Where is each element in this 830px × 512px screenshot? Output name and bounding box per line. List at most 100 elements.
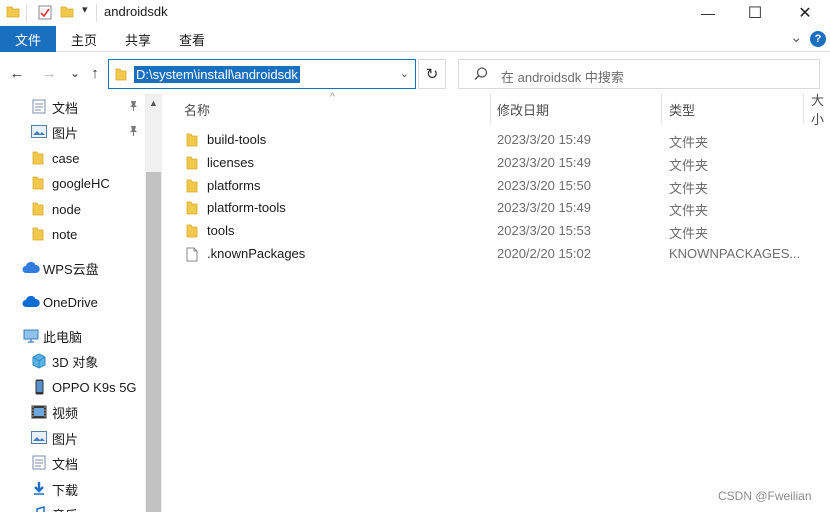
maximize-button[interactable]: ☐ bbox=[732, 0, 778, 26]
column-header-date[interactable]: 修改日期 bbox=[497, 94, 549, 124]
file-row[interactable]: tools 2023/3/20 15:53 文件夹 bbox=[162, 220, 830, 242]
navigation-bar: ← → ⌄ ↑ D:\system\install\androidsdk ⌄ ↻… bbox=[0, 52, 830, 94]
sidebar-item-documents[interactable]: 文档 bbox=[0, 96, 145, 118]
file-type: 文件夹 bbox=[669, 158, 709, 173]
folder-icon bbox=[186, 179, 198, 196]
sidebar-item-oppo-phone[interactable]: OPPO K9s 5G bbox=[0, 376, 145, 398]
file-row[interactable]: .knownPackages 2020/2/20 15:02 KNOWNPACK… bbox=[162, 243, 830, 265]
folder-icon bbox=[115, 68, 127, 84]
sidebar-item-case[interactable]: case bbox=[0, 147, 145, 169]
new-folder-icon[interactable] bbox=[60, 5, 74, 22]
column-header-type[interactable]: 类型 bbox=[669, 94, 695, 124]
help-icon[interactable]: ? bbox=[810, 31, 826, 47]
search-input[interactable]: 在 androidsdk 中搜索 bbox=[458, 59, 820, 89]
file-row[interactable]: build-tools 2023/3/20 15:49 文件夹 bbox=[162, 129, 830, 151]
folder-icon bbox=[186, 224, 198, 241]
file-name: platform-tools bbox=[207, 200, 286, 215]
file-name: .knownPackages bbox=[207, 246, 306, 261]
sidebar-item-downloads[interactable]: 下载 bbox=[0, 478, 145, 500]
ribbon: 文件 主页 共享 查看 ⌄ ? bbox=[0, 26, 830, 52]
folder-icon bbox=[186, 156, 198, 173]
scroll-up-icon[interactable]: ▲ bbox=[145, 94, 162, 111]
phone-icon bbox=[35, 379, 44, 395]
file-date: 2023/3/20 15:50 bbox=[497, 178, 591, 193]
sidebar-item-3d-objects[interactable]: 3D 对象 bbox=[0, 350, 145, 372]
column-header-name[interactable]: 名称 bbox=[184, 94, 210, 124]
sidebar-item-videos[interactable]: 视频 bbox=[0, 401, 145, 423]
sidebar-item-note[interactable]: note bbox=[0, 223, 145, 245]
close-button[interactable]: ✕ bbox=[782, 0, 828, 26]
sidebar-scrollbar[interactable]: ▲ bbox=[145, 94, 162, 512]
folder-icon bbox=[32, 227, 44, 241]
pin-icon[interactable] bbox=[128, 100, 139, 115]
sidebar-item-wps-cloud[interactable]: WPS云盘 bbox=[0, 257, 145, 279]
pin-icon[interactable] bbox=[128, 125, 139, 140]
forward-button[interactable]: → bbox=[38, 62, 60, 84]
file-name: build-tools bbox=[207, 132, 267, 147]
scrollbar-thumb[interactable] bbox=[146, 172, 161, 512]
sort-ascending-icon: ^ bbox=[330, 92, 335, 103]
file-type: 文件夹 bbox=[669, 135, 709, 150]
up-button[interactable]: ↑ bbox=[84, 62, 106, 84]
documents-icon bbox=[32, 455, 46, 470]
navigation-pane: 文档 图片 case googleHC node note WPS云盘 OneD… bbox=[0, 94, 162, 512]
sidebar-item-this-pc[interactable]: 此电脑 bbox=[0, 325, 145, 347]
sidebar-item-googlehc[interactable]: googleHC bbox=[0, 172, 145, 194]
column-divider[interactable] bbox=[661, 94, 662, 124]
computer-icon bbox=[23, 329, 39, 343]
tab-file[interactable]: 文件 bbox=[0, 26, 56, 52]
sidebar-item-node[interactable]: node bbox=[0, 198, 145, 220]
downloads-icon bbox=[32, 481, 46, 496]
address-path[interactable]: D:\system\install\androidsdk bbox=[134, 66, 300, 83]
file-row[interactable]: licenses 2023/3/20 15:49 文件夹 bbox=[162, 152, 830, 174]
minimize-button[interactable]: — bbox=[685, 0, 731, 26]
customize-quick-access-icon[interactable]: ▾ bbox=[82, 3, 88, 16]
pictures-icon bbox=[31, 431, 47, 444]
file-type: 文件夹 bbox=[669, 181, 709, 196]
file-date: 2023/3/20 15:53 bbox=[497, 223, 591, 238]
sidebar-item-onedrive[interactable]: OneDrive bbox=[0, 291, 145, 313]
file-name: platforms bbox=[207, 178, 261, 193]
window-title: androidsdk bbox=[104, 4, 168, 19]
file-name: licenses bbox=[207, 155, 254, 170]
file-type: 文件夹 bbox=[669, 226, 709, 241]
file-row[interactable]: platforms 2023/3/20 15:50 文件夹 bbox=[162, 175, 830, 197]
column-header-size[interactable]: 大小 bbox=[811, 93, 830, 127]
file-row[interactable]: platform-tools 2023/3/20 15:49 文件夹 bbox=[162, 197, 830, 219]
properties-icon[interactable] bbox=[38, 5, 52, 23]
sidebar-item-pictures[interactable]: 图片 bbox=[0, 121, 145, 143]
chevron-down-icon[interactable]: ⌄ bbox=[790, 28, 803, 46]
tab-share[interactable]: 共享 bbox=[125, 26, 151, 52]
folder-icon bbox=[32, 151, 44, 165]
sidebar-item-pictures[interactable]: 图片 bbox=[0, 427, 145, 449]
file-date: 2023/3/20 15:49 bbox=[497, 155, 591, 170]
search-placeholder: 在 androidsdk 中搜索 bbox=[501, 70, 624, 85]
chevron-down-icon[interactable]: ⌄ bbox=[400, 67, 409, 80]
videos-icon bbox=[31, 405, 47, 419]
folder-icon bbox=[32, 176, 44, 190]
music-icon bbox=[32, 506, 46, 512]
watermark: CSDN @Fweilian bbox=[718, 489, 812, 503]
divider bbox=[26, 4, 27, 22]
address-bar[interactable]: D:\system\install\androidsdk ⌄ bbox=[108, 59, 416, 89]
tab-home[interactable]: 主页 bbox=[71, 26, 97, 52]
file-type: KNOWNPACKAGES... bbox=[669, 246, 801, 261]
3d-objects-icon bbox=[31, 353, 47, 369]
sidebar-item-music[interactable]: 音乐 bbox=[0, 503, 145, 512]
recent-locations-button[interactable]: ⌄ bbox=[64, 62, 86, 84]
back-button[interactable]: ← bbox=[6, 62, 28, 84]
refresh-button[interactable]: ↻ bbox=[418, 59, 446, 89]
column-divider[interactable] bbox=[803, 94, 804, 124]
search-icon bbox=[473, 66, 489, 85]
file-date: 2020/2/20 15:02 bbox=[497, 246, 591, 261]
file-icon bbox=[186, 247, 198, 265]
column-divider[interactable] bbox=[490, 94, 491, 124]
file-list: ^ 名称 修改日期 类型 大小 build-tools 2023/3/20 15… bbox=[162, 92, 830, 512]
folder-icon bbox=[186, 201, 198, 218]
sidebar-item-documents[interactable]: 文档 bbox=[0, 452, 145, 474]
tab-view[interactable]: 查看 bbox=[179, 26, 205, 52]
file-name: tools bbox=[207, 223, 235, 238]
divider bbox=[96, 4, 97, 22]
file-date: 2023/3/20 15:49 bbox=[497, 132, 591, 147]
file-type: 文件夹 bbox=[669, 203, 709, 218]
